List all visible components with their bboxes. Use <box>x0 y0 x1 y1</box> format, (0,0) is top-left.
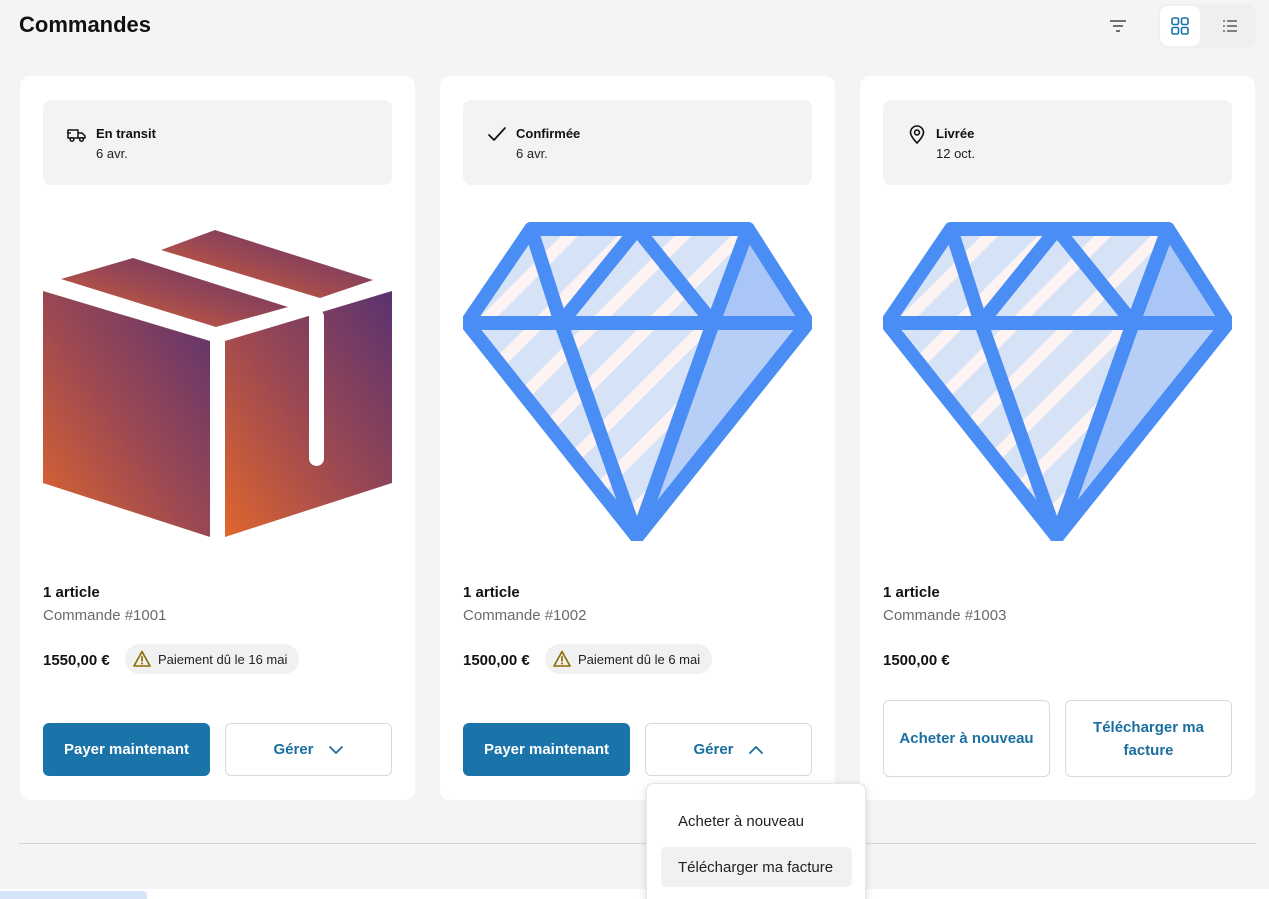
chevron-up-icon <box>748 745 763 754</box>
order-status: Livrée 12 oct. <box>883 100 1232 185</box>
order-price: 1550,00 € <box>43 652 110 669</box>
truck-icon <box>67 129 86 143</box>
manage-button-label: Gérer <box>273 741 314 758</box>
order-status: En transit 6 avr. <box>43 100 392 185</box>
status-bar <box>0 889 1269 899</box>
items-count: 1 article <box>43 584 100 601</box>
manage-button[interactable]: Gérer <box>225 723 392 776</box>
list-view-button[interactable] <box>1210 6 1250 46</box>
menu-item-buy-again[interactable]: Acheter à nouveau <box>661 801 852 841</box>
order-number: Commande #1003 <box>883 607 1007 624</box>
order-card: Livrée 12 oct. 1 article Commande #1003 … <box>860 76 1255 800</box>
items-count: 1 article <box>463 584 520 601</box>
status-label: En transit <box>96 126 156 141</box>
warning-icon <box>133 650 151 667</box>
order-card: En transit 6 avr. 1 article Commande #10… <box>20 76 415 800</box>
order-number: Commande #1002 <box>463 607 587 624</box>
order-status: Confirmée 6 avr. <box>463 100 812 185</box>
check-icon <box>488 127 506 141</box>
items-count: 1 article <box>883 584 940 601</box>
order-number: Commande #1001 <box>43 607 167 624</box>
pay-now-button[interactable]: Payer maintenant <box>463 723 630 776</box>
order-price: 1500,00 € <box>463 652 530 669</box>
warning-icon <box>553 650 571 667</box>
order-card: Confirmée 6 avr. 1 article Commande #100… <box>440 76 835 800</box>
status-date: 6 avr. <box>96 146 128 161</box>
grid-view-icon <box>1171 17 1189 35</box>
status-url-chip <box>0 891 147 899</box>
filter-icon <box>1110 20 1126 32</box>
diamond-icon <box>883 222 1232 541</box>
manage-button-label: Gérer <box>693 741 734 758</box>
pay-now-button[interactable]: Payer maintenant <box>43 723 210 776</box>
diamond-icon <box>463 222 812 541</box>
location-pin-icon <box>909 125 925 144</box>
grid-view-button[interactable] <box>1160 6 1200 46</box>
payment-due-badge: Paiement dû le 6 mai <box>545 644 713 674</box>
manage-menu: Acheter à nouveau Télécharger ma facture <box>646 783 866 899</box>
status-date: 12 oct. <box>936 146 976 161</box>
filter-button[interactable] <box>1098 6 1138 46</box>
payment-due-badge: Paiement dû le 16 mai <box>125 644 300 674</box>
buy-again-button[interactable]: Acheter à nouveau <box>883 700 1050 777</box>
box-icon <box>43 230 392 537</box>
order-price: 1500,00 € <box>883 652 950 669</box>
status-label: Livrée <box>936 126 975 141</box>
menu-item-download-invoice[interactable]: Télécharger ma facture <box>661 847 852 887</box>
chevron-down-icon <box>328 745 343 754</box>
payment-due-text: Paiement dû le 6 mai <box>578 651 701 667</box>
status-date: 6 avr. <box>516 146 548 161</box>
page-title: Commandes <box>19 12 152 37</box>
list-view-icon <box>1223 20 1237 32</box>
payment-due-text: Paiement dû le 16 mai <box>158 651 288 667</box>
divider <box>19 843 1256 844</box>
download-invoice-button[interactable]: Télécharger ma facture <box>1065 700 1232 777</box>
status-label: Confirmée <box>516 126 581 141</box>
manage-button[interactable]: Gérer <box>645 723 812 776</box>
